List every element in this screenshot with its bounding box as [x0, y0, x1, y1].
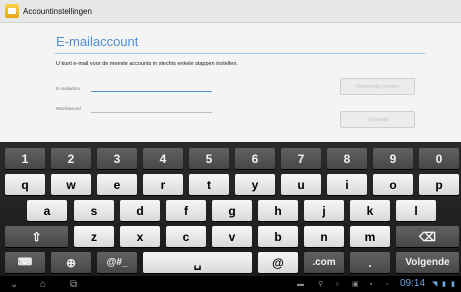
key-r[interactable]: r [143, 174, 183, 195]
key-dotcom[interactable]: .com [304, 252, 344, 273]
key-u[interactable]: u [281, 174, 321, 195]
key-t[interactable]: t [189, 174, 229, 195]
key-g[interactable]: g [212, 200, 252, 221]
symbols-key[interactable]: @#_ [97, 252, 137, 273]
password-field[interactable] [91, 104, 212, 113]
key-dot[interactable]: . [350, 252, 390, 273]
shift-key[interactable]: ⇧ [5, 226, 68, 247]
notification-icon: ▫ [386, 281, 389, 288]
onscreen-keyboard: 1 2 3 4 5 6 7 8 9 0 q w e r t y u i o p … [0, 142, 461, 276]
key-z[interactable]: z [74, 226, 114, 247]
key-2[interactable]: 2 [51, 148, 91, 169]
space-bar[interactable]: ␣ [143, 252, 252, 273]
home-icon[interactable]: ⌂ [40, 279, 46, 290]
key-5[interactable]: 5 [189, 148, 229, 169]
key-w[interactable]: w [51, 174, 91, 195]
password-label: Wachtwoord [56, 106, 81, 111]
key-n[interactable]: n [304, 226, 344, 247]
key-b[interactable]: b [258, 226, 298, 247]
key-l[interactable]: l [396, 200, 436, 221]
backspace-icon: ⌫ [419, 229, 436, 244]
keyboard-settings-key[interactable]: ⌨ [5, 252, 45, 273]
key-j[interactable]: j [304, 200, 344, 221]
key-v[interactable]: v [212, 226, 252, 247]
manual-setup-button[interactable]: Handmatig instellen [340, 78, 415, 95]
space-icon: ␣ [193, 255, 202, 270]
recent-apps-icon[interactable]: ⧉ [70, 279, 77, 290]
key-o[interactable]: o [373, 174, 413, 195]
key-q[interactable]: q [5, 174, 45, 195]
enter-key[interactable]: Volgende [396, 252, 459, 273]
key-f[interactable]: f [166, 200, 206, 221]
key-h[interactable]: h [258, 200, 298, 221]
key-y[interactable]: y [235, 174, 275, 195]
key-9[interactable]: 9 [373, 148, 413, 169]
email-field[interactable] [91, 83, 212, 92]
key-at[interactable]: @ [258, 252, 298, 273]
headset-icon: ∩ [335, 281, 341, 288]
key-i[interactable]: i [327, 174, 367, 195]
heading-divider [55, 53, 425, 54]
key-x[interactable]: x [120, 226, 160, 247]
email-label: E-mailadres [56, 86, 81, 91]
globe-icon: ⊕ [65, 255, 77, 270]
title-bar: Accountinstellingen [0, 0, 461, 23]
key-m[interactable]: m [350, 226, 390, 247]
key-7[interactable]: 7 [281, 148, 321, 169]
clock: 09:14 [400, 278, 426, 289]
key-p[interactable]: p [419, 174, 459, 195]
signal-icon: ▮ [442, 281, 446, 288]
key-a[interactable]: a [27, 200, 67, 221]
key-6[interactable]: 6 [235, 148, 275, 169]
battery-icon: ▮ [451, 281, 455, 288]
key-1[interactable]: 1 [5, 148, 45, 169]
next-button[interactable]: Volgende [340, 111, 415, 128]
usb-icon: ⚲ [318, 281, 324, 288]
key-e[interactable]: e [97, 174, 137, 195]
back-icon[interactable]: ⌄ [10, 279, 18, 290]
page-heading: E-mailaccount [56, 34, 139, 49]
setup-panel: E-mailaccount U kunt e-mail voor de mees… [0, 23, 461, 142]
calendar-icon: ▪ [370, 281, 373, 288]
key-k[interactable]: k [350, 200, 390, 221]
image-icon: ▣ [352, 281, 359, 288]
language-key[interactable]: ⊕ [51, 252, 91, 273]
key-0[interactable]: 0 [419, 148, 459, 169]
key-8[interactable]: 8 [327, 148, 367, 169]
key-s[interactable]: s [74, 200, 114, 221]
account-settings-icon [5, 4, 19, 18]
window-title: Accountinstellingen [23, 6, 92, 16]
key-c[interactable]: c [166, 226, 206, 247]
shift-icon: ⇧ [31, 229, 42, 244]
key-d[interactable]: d [120, 200, 160, 221]
backspace-key[interactable]: ⌫ [396, 226, 459, 247]
intro-text: U kunt e-mail voor de meeste accounts in… [56, 61, 238, 67]
keyboard-status-icon: ▬ [297, 281, 304, 288]
system-bar: ⌄ ⌂ ⧉ ▬ ⚲ ∩ ▣ ▪ ▫ 09:14 ◥ ▮ ▮ [0, 277, 461, 292]
key-4[interactable]: 4 [143, 148, 183, 169]
wifi-icon: ◥ [432, 281, 438, 288]
keyboard-icon: ⌨ [17, 257, 33, 268]
key-3[interactable]: 3 [97, 148, 137, 169]
